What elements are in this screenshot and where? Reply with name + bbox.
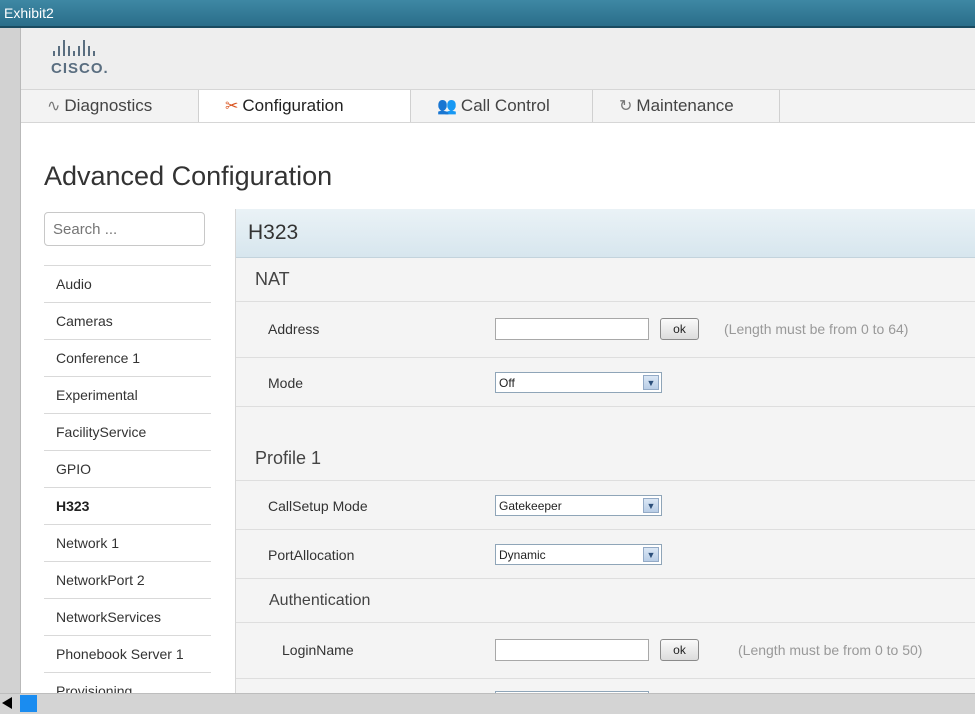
select-value: Off bbox=[499, 375, 515, 390]
cisco-logo-text: CISCO. bbox=[51, 60, 109, 77]
portallocation-select[interactable]: Dynamic ▼ bbox=[495, 544, 662, 565]
tab-label: Maintenance bbox=[636, 96, 734, 115]
left-gutter bbox=[0, 28, 21, 693]
tab-call-control[interactable]: 👥 Call Control bbox=[411, 90, 593, 122]
select-value: Gatekeeper bbox=[499, 498, 562, 513]
select-value: Dynamic bbox=[499, 547, 546, 562]
sidebar-item-gpio[interactable]: GPIO bbox=[44, 450, 211, 487]
loginname-ok-button[interactable]: ok bbox=[660, 639, 699, 661]
tab-configuration[interactable]: ✂ Configuration bbox=[199, 90, 411, 122]
tab-maintenance[interactable]: ↻ Maintenance bbox=[593, 90, 780, 122]
setting-label: Address bbox=[268, 321, 320, 337]
pulse-icon: ∿ bbox=[47, 98, 61, 115]
cisco-logo-bars-icon bbox=[53, 40, 121, 56]
scroll-left-arrow-icon[interactable] bbox=[2, 697, 12, 709]
window-title: Exhibit2 bbox=[4, 5, 54, 21]
settings-panel: H323 NAT Address ok (Length must be from… bbox=[235, 209, 975, 693]
people-icon: 👥 bbox=[437, 98, 457, 115]
section-title-nat: NAT bbox=[236, 258, 975, 302]
sidebar-item-conference-1[interactable]: Conference 1 bbox=[44, 339, 211, 376]
tools-icon: ✂ bbox=[225, 98, 239, 115]
setting-label: CallSetup Mode bbox=[268, 498, 368, 514]
page-title: Advanced Configuration bbox=[44, 161, 333, 191]
main-nav: ∿ Diagnostics ✂ Configuration 👥 Call Con… bbox=[21, 89, 975, 123]
chevron-down-icon: ▼ bbox=[643, 498, 659, 513]
length-hint: (Length must be from 0 to 64) bbox=[724, 321, 909, 337]
setting-row-callsetup-mode: CallSetup Mode Gatekeeper ▼ bbox=[236, 481, 975, 530]
sidebar-item-networkport-2[interactable]: NetworkPort 2 bbox=[44, 561, 211, 598]
sidebar-item-audio[interactable]: Audio bbox=[44, 265, 211, 302]
cisco-logo[interactable]: CISCO. bbox=[51, 40, 121, 84]
setting-label: Mode bbox=[268, 375, 304, 391]
panel-title: H323 bbox=[236, 209, 975, 258]
mode-select[interactable]: Off ▼ bbox=[495, 372, 662, 393]
sidebar-item-cameras[interactable]: Cameras bbox=[44, 302, 211, 339]
sidebar-item-provisioning[interactable]: Provisioning bbox=[44, 672, 211, 693]
setting-row-address: Address ok (Length must be from 0 to 64) bbox=[236, 302, 975, 358]
header: CISCO. ∿ Diagnostics ✂ Configuration 👥 C… bbox=[21, 28, 975, 123]
scrollbar-thumb[interactable] bbox=[20, 695, 37, 712]
chevron-down-icon: ▼ bbox=[643, 547, 659, 562]
loginname-field[interactable] bbox=[495, 639, 649, 661]
tab-label: Configuration bbox=[242, 96, 344, 115]
section-title-profile-1: Profile 1 bbox=[236, 437, 975, 481]
horizontal-scrollbar[interactable] bbox=[0, 693, 975, 714]
tab-diagnostics[interactable]: ∿ Diagnostics bbox=[21, 90, 199, 122]
sidebar-item-networkservices[interactable]: NetworkServices bbox=[44, 598, 211, 635]
subsection-title-authentication: Authentication bbox=[236, 579, 975, 623]
sidebar-item-experimental[interactable]: Experimental bbox=[44, 376, 211, 413]
window-titlebar: Exhibit2 bbox=[0, 0, 975, 28]
address-field[interactable] bbox=[495, 318, 649, 340]
chevron-down-icon: ▼ bbox=[643, 375, 659, 390]
sidebar-item-h323[interactable]: H323 bbox=[44, 487, 211, 524]
setting-label: LoginName bbox=[282, 642, 354, 658]
sidebar-item-phonebook-server-1[interactable]: Phonebook Server 1 bbox=[44, 635, 211, 672]
setting-row-next bbox=[236, 679, 975, 693]
sidebar-item-network-1[interactable]: Network 1 bbox=[44, 524, 211, 561]
page: CISCO. ∿ Diagnostics ✂ Configuration 👥 C… bbox=[21, 28, 975, 693]
callsetup-mode-select[interactable]: Gatekeeper ▼ bbox=[495, 495, 662, 516]
setting-label: PortAllocation bbox=[268, 547, 355, 563]
sidebar-list: Audio Cameras Conference 1 Experimental … bbox=[44, 265, 211, 693]
length-hint: (Length must be from 0 to 50) bbox=[738, 642, 923, 658]
tab-label: Call Control bbox=[460, 96, 550, 115]
setting-row-portallocation: PortAllocation Dynamic ▼ bbox=[236, 530, 975, 579]
address-ok-button[interactable]: ok bbox=[660, 318, 699, 340]
search-input[interactable] bbox=[44, 212, 205, 246]
setting-row-mode: Mode Off ▼ bbox=[236, 358, 975, 407]
refresh-icon: ↻ bbox=[619, 98, 633, 115]
sidebar-item-facilityservice[interactable]: FacilityService bbox=[44, 413, 211, 450]
tab-label: Diagnostics bbox=[64, 96, 153, 115]
setting-row-loginname: LoginName ok (Length must be from 0 to 5… bbox=[236, 623, 975, 679]
